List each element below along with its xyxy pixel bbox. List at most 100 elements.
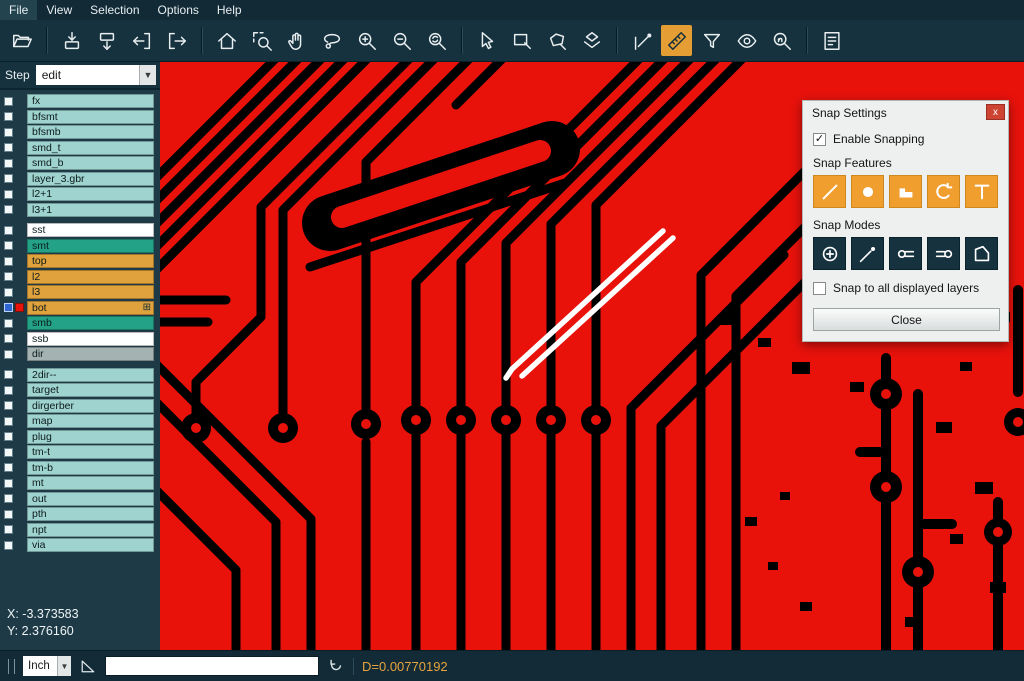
select-rect-button[interactable] xyxy=(506,25,537,56)
layer-row-smt[interactable]: smt xyxy=(0,239,160,253)
layer-name[interactable]: bfsmt xyxy=(27,110,154,124)
layer-name[interactable]: dir xyxy=(27,347,154,361)
layer-name[interactable]: ssb xyxy=(27,332,154,346)
home-view-button[interactable] xyxy=(211,25,242,56)
zoom-in-button[interactable] xyxy=(351,25,382,56)
layer-visibility-checkbox[interactable] xyxy=(4,174,13,183)
snap-exit-button[interactable] xyxy=(927,237,960,270)
layer-visibility-checkbox[interactable] xyxy=(4,494,13,503)
layer-visibility-checkbox[interactable] xyxy=(4,463,13,472)
select-layers-button[interactable] xyxy=(576,25,607,56)
select-poly-button[interactable] xyxy=(541,25,572,56)
layer-visibility-checkbox[interactable] xyxy=(4,97,13,106)
all-layers-checkbox[interactable] xyxy=(813,282,826,295)
import-file-button[interactable] xyxy=(126,25,157,56)
close-icon[interactable]: x xyxy=(986,104,1005,120)
layer-visibility-checkbox[interactable] xyxy=(4,370,13,379)
layer-row-l2+1[interactable]: l2+1 xyxy=(0,187,160,201)
layer-row-bot[interactable]: bot⊞ xyxy=(0,301,160,315)
snap-surface-button[interactable] xyxy=(889,175,922,208)
chevron-down-icon[interactable]: ▼ xyxy=(139,65,156,85)
layer-row-l2[interactable]: l2 xyxy=(0,270,160,284)
layer-name[interactable]: via xyxy=(27,538,154,552)
layer-row-bfsmt[interactable]: bfsmt xyxy=(0,110,160,124)
layer-visibility-checkbox[interactable] xyxy=(4,541,13,550)
filter-button[interactable] xyxy=(696,25,727,56)
select-cursor-button[interactable] xyxy=(471,25,502,56)
layer-row-dirgerber[interactable]: dirgerber xyxy=(0,399,160,413)
layer-name[interactable]: target xyxy=(27,383,154,397)
layer-row-tm-t[interactable]: tm-t xyxy=(0,445,160,459)
command-input[interactable] xyxy=(105,656,319,676)
layer-visibility-checkbox[interactable] xyxy=(4,159,13,168)
layer-visibility-checkbox[interactable] xyxy=(4,432,13,441)
layer-name[interactable]: tm-b xyxy=(27,461,154,475)
snap-dialog-titlebar[interactable]: Snap Settings x xyxy=(803,101,1008,126)
snap-entry-button[interactable] xyxy=(889,237,922,270)
layer-name[interactable]: smb xyxy=(27,316,154,330)
layer-row-fx[interactable]: fx xyxy=(0,94,160,108)
layer-name[interactable]: smt xyxy=(27,239,154,253)
find-similar-button[interactable] xyxy=(766,25,797,56)
highlight-eye-button[interactable] xyxy=(731,25,762,56)
layer-visibility-checkbox[interactable] xyxy=(4,401,13,410)
layer-row-dir[interactable]: dir xyxy=(0,347,160,361)
snap-vertex-button[interactable] xyxy=(965,237,998,270)
export-file-button[interactable] xyxy=(161,25,192,56)
layer-row-bfsmb[interactable]: bfsmb xyxy=(0,125,160,139)
angle-tool-icon[interactable] xyxy=(79,657,97,675)
step-dropdown[interactable]: edit ▼ xyxy=(36,65,156,85)
layer-row-smb[interactable]: smb xyxy=(0,316,160,330)
menu-file[interactable]: File xyxy=(0,0,37,20)
layer-name[interactable]: npt xyxy=(27,523,154,537)
layer-row-out[interactable]: out xyxy=(0,492,160,506)
menu-help[interactable]: Help xyxy=(208,0,251,20)
lasso-zoom-button[interactable] xyxy=(316,25,347,56)
layer-row-map[interactable]: map xyxy=(0,414,160,428)
snap-text-button[interactable] xyxy=(965,175,998,208)
layer-row-npt[interactable]: npt xyxy=(0,523,160,537)
layer-visibility-checkbox[interactable] xyxy=(4,143,13,152)
layer-row-sst[interactable]: sst xyxy=(0,223,160,237)
chevron-down-icon[interactable]: ▼ xyxy=(57,656,71,676)
layer-row-ssb[interactable]: ssb xyxy=(0,332,160,346)
layer-name[interactable]: mt xyxy=(27,476,154,490)
layer-active-checkbox[interactable] xyxy=(4,303,13,312)
zoom-window-button[interactable] xyxy=(246,25,277,56)
layer-row-smd_t[interactable]: smd_t xyxy=(0,141,160,155)
layer-visibility-checkbox[interactable] xyxy=(4,288,13,297)
layer-row-via[interactable]: via xyxy=(0,538,160,552)
layer-visibility-checkbox[interactable] xyxy=(4,241,13,250)
layer-name[interactable]: map xyxy=(27,414,154,428)
layer-visibility-checkbox[interactable] xyxy=(4,112,13,121)
layer-row-mt[interactable]: mt xyxy=(0,476,160,490)
layer-row-target[interactable]: target xyxy=(0,383,160,397)
layer-name[interactable]: layer_3.gbr xyxy=(27,172,154,186)
layer-visibility-checkbox[interactable] xyxy=(4,479,13,488)
snap-pad-button[interactable] xyxy=(851,175,884,208)
unit-dropdown[interactable]: Inch ▼ xyxy=(23,656,71,676)
snap-center-button[interactable] xyxy=(813,237,846,270)
layer-row-layer_3.gbr[interactable]: layer_3.gbr xyxy=(0,172,160,186)
report-list-button[interactable] xyxy=(816,25,847,56)
layer-name[interactable]: fx xyxy=(27,94,154,108)
layer-row-2dir--[interactable]: 2dir-- xyxy=(0,368,160,382)
zoom-previous-button[interactable] xyxy=(421,25,452,56)
line-tool-button[interactable] xyxy=(626,25,657,56)
layer-visibility-checkbox[interactable] xyxy=(4,448,13,457)
layer-name[interactable]: smd_b xyxy=(27,156,154,170)
layer-name[interactable]: l3+1 xyxy=(27,203,154,217)
refresh-icon[interactable] xyxy=(327,657,345,675)
layer-row-l3+1[interactable]: l3+1 xyxy=(0,203,160,217)
layer-visibility-checkbox[interactable] xyxy=(4,319,13,328)
snap-angle-button[interactable] xyxy=(851,237,884,270)
pcb-canvas[interactable]: Snap Settings x ✓ Enable Snapping Snap F… xyxy=(160,62,1024,650)
layer-row-smd_b[interactable]: smd_b xyxy=(0,156,160,170)
layer-visibility-checkbox[interactable] xyxy=(4,190,13,199)
close-button[interactable]: Close xyxy=(813,308,1000,331)
layer-name[interactable]: bot⊞ xyxy=(27,301,154,315)
layer-name[interactable]: bfsmb xyxy=(27,125,154,139)
snap-arc-button[interactable] xyxy=(927,175,960,208)
layer-row-pth[interactable]: pth xyxy=(0,507,160,521)
pan-hand-button[interactable] xyxy=(281,25,312,56)
